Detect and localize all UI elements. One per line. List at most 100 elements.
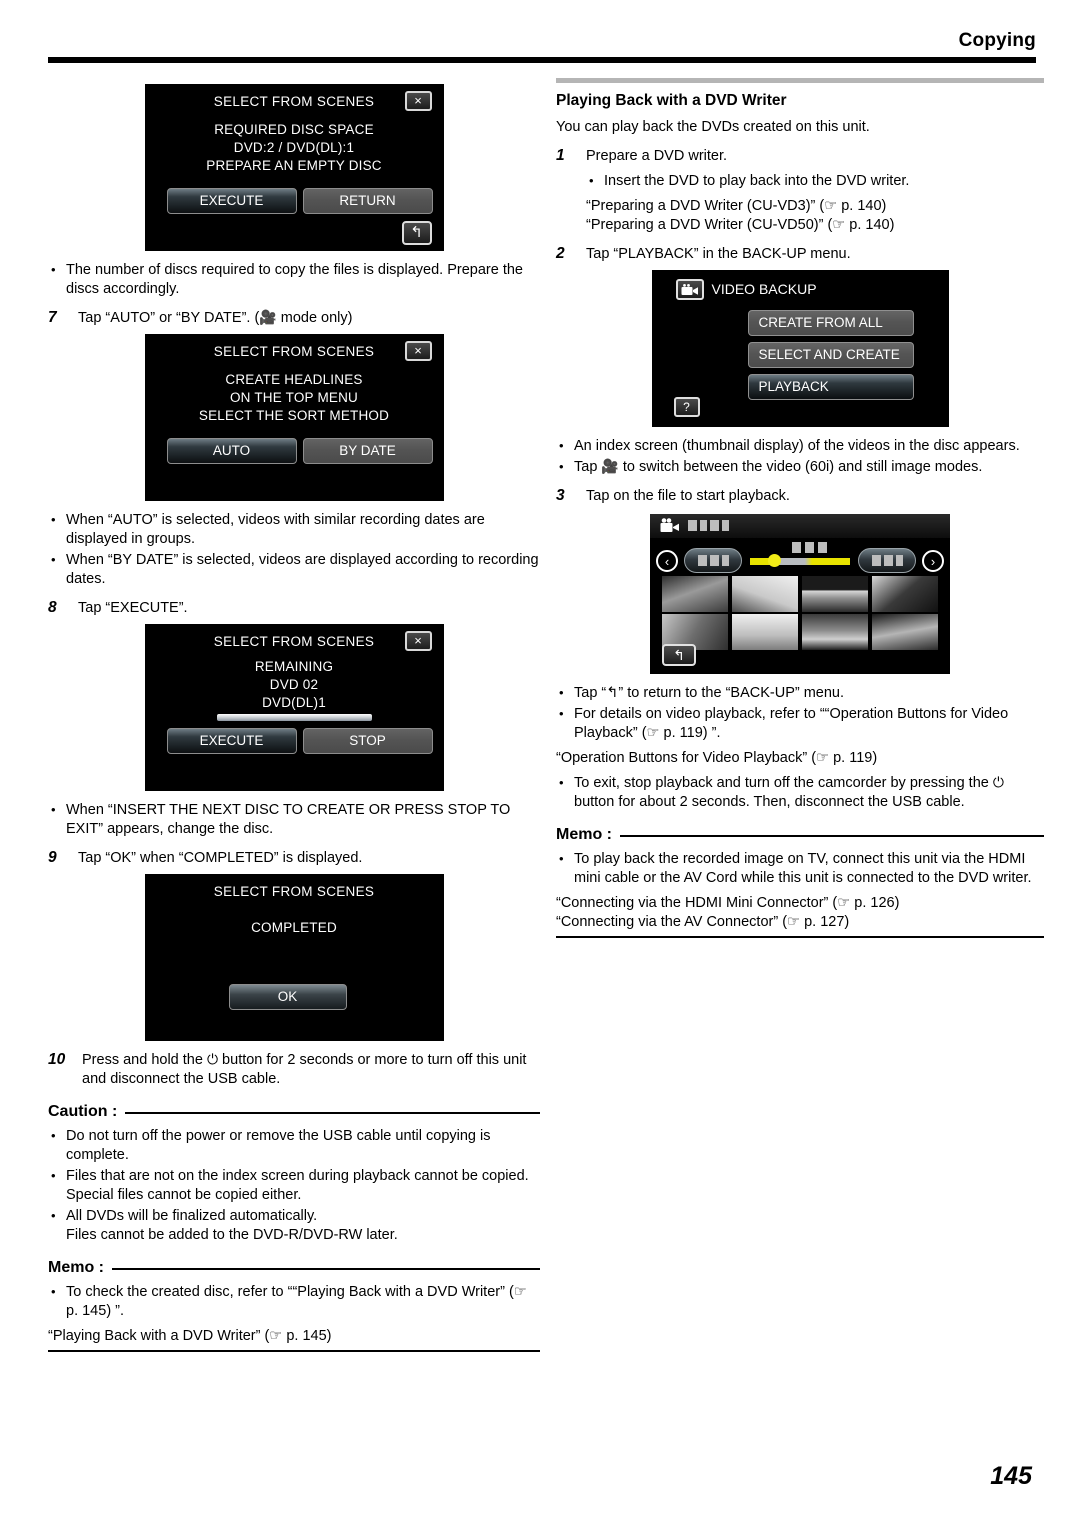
caution-heading: Caution : — [48, 1103, 540, 1121]
help-icon[interactable]: ? — [673, 397, 700, 417]
lcd-video-backup[interactable]: VIDEO BACKUP CREATE FROM ALL SELECT AND … — [651, 270, 949, 427]
auto-button[interactable]: AUTO — [166, 438, 297, 464]
memo-list: To check the created disc, refer to ““Pl… — [48, 1282, 540, 1321]
memo-reference: “Playing Back with a DVD Writer” (☞ p. 1… — [48, 1328, 332, 1344]
list-item: The number of discs required to copy the… — [48, 260, 540, 299]
lcd-body: REMAINING DVD 02 DVD(DL)1 — [145, 658, 444, 712]
back-arrow-icon[interactable]: ↰ — [662, 644, 696, 666]
date-placeholder — [688, 520, 729, 531]
caution-list: Do not turn off the power or remove the … — [48, 1126, 540, 1245]
list-item[interactable] — [662, 576, 728, 612]
lcd-body-line: REQUIRED DISC SPACE — [214, 122, 374, 137]
step-1: 1 Prepare a DVD writer. — [556, 147, 1044, 166]
playback-note-list: Tap “↰” to return to the “BACK-UP” menu.… — [556, 683, 1044, 743]
lcd-body-line: REMAINING — [254, 659, 334, 674]
lcd-remaining[interactable]: SELECT FROM SCENES × REMAINING DVD 02 DV… — [144, 624, 444, 791]
step-2: 2 Tap “PLAYBACK” in the BACK-UP menu. — [556, 245, 1044, 264]
step-10: 10 Press and hold the ⏻ button for 2 seco… — [48, 1051, 540, 1089]
scrubber-track[interactable] — [750, 558, 850, 565]
camcorder-icon: 🎥 — [601, 459, 619, 475]
memo-heading: Memo : — [556, 826, 1044, 844]
lcd-body-line: SELECT THE SORT METHOD — [198, 408, 390, 423]
lcd-completed[interactable]: SELECT FROM SCENES COMPLETED OK — [144, 874, 444, 1041]
chevron-left-icon[interactable]: ‹ — [656, 550, 678, 572]
memo-divider — [620, 835, 1044, 837]
memo-closing-divider — [556, 936, 1044, 938]
step-text-after: mode only) — [276, 310, 353, 326]
close-icon[interactable]: × — [404, 341, 432, 361]
step-text: Prepare a DVD writer. — [586, 148, 728, 164]
page-number: 145 — [990, 1462, 1032, 1490]
memo-heading: Memo : — [48, 1259, 540, 1277]
step-number: 7 — [48, 309, 57, 326]
list-item[interactable] — [872, 576, 938, 612]
power-icon: ⏻ — [992, 775, 1004, 791]
lcd-sort-method[interactable]: SELECT FROM SCENES × CREATE HEADLINES ON… — [144, 334, 444, 501]
caution-divider — [125, 1112, 540, 1114]
list-item[interactable] — [802, 576, 868, 612]
thumbnail-grid[interactable] — [662, 576, 938, 650]
step-number: 1 — [556, 147, 565, 164]
caution-label: Caution : — [48, 1103, 118, 1120]
memo-reference-av: “Connecting via the AV Connector” (☞ p. … — [556, 914, 850, 930]
lcd-index-screen[interactable]: ‹ › ↰ — [650, 514, 950, 674]
list-item: To play back the recorded image on TV, c… — [556, 849, 1044, 888]
section-intro: You can play back the DVDs created on th… — [556, 119, 870, 135]
step-8: 8 Tap “EXECUTE”. — [48, 599, 540, 618]
execute-button[interactable]: EXECUTE — [166, 728, 297, 754]
step-7: 7 Tap “AUTO” or “BY DATE”. (🎥 mode only) — [48, 309, 540, 328]
note-text-after: button for about 2 seconds. Then, discon… — [574, 794, 965, 810]
chevron-right-icon[interactable]: › — [922, 550, 944, 572]
group-chip-right[interactable] — [858, 548, 916, 573]
step-number: 3 — [556, 487, 565, 504]
close-icon[interactable]: × — [404, 631, 432, 651]
list-item[interactable] — [732, 614, 798, 650]
back-arrow-icon[interactable]: ↰ — [401, 221, 432, 245]
camcorder-icon — [660, 518, 680, 538]
list-item: Tap “↰” to return to the “BACK-UP” menu. — [556, 683, 1044, 703]
playback-button[interactable]: PLAYBACK — [747, 374, 914, 400]
lcd-body-line: PREPARE AN EMPTY DISC — [206, 158, 382, 173]
lcd-title: SELECT FROM SCENES — [213, 634, 375, 649]
create-from-all-button[interactable]: CREATE FROM ALL — [747, 310, 914, 336]
count-placeholder — [792, 542, 827, 553]
progress-bar — [216, 714, 372, 721]
note-text-after: to switch between the video (60i) and st… — [618, 459, 983, 475]
return-button[interactable]: RETURN — [302, 188, 433, 214]
step-text: Tap on the file to start playback. — [586, 488, 790, 504]
note-list: When “INSERT THE NEXT DISC TO CREATE OR … — [48, 800, 540, 839]
step-3: 3 Tap on the file to start playback. — [556, 487, 1044, 506]
ok-button[interactable]: OK — [228, 984, 347, 1010]
lcd-body-line: CREATE HEADLINES — [225, 372, 363, 387]
header-divider — [48, 57, 1036, 63]
execute-button[interactable]: EXECUTE — [166, 188, 297, 214]
lcd-body-line: DVD 02 — [269, 677, 319, 692]
memo-label: Memo : — [556, 826, 612, 843]
note-text-before: Tap — [574, 459, 602, 475]
memo-reference-hdmi: “Connecting via the HDMI Mini Connector”… — [556, 895, 900, 911]
step-text-before: Press and hold the — [82, 1052, 207, 1068]
list-item: To check the created disc, refer to ““Pl… — [48, 1282, 540, 1321]
camcorder-icon — [675, 279, 704, 300]
list-item[interactable] — [802, 614, 868, 650]
by-date-button[interactable]: BY DATE — [302, 438, 433, 464]
lcd-body-line: DVD:2 / DVD(DL):1 — [233, 140, 355, 155]
close-icon[interactable]: × — [404, 91, 432, 111]
note-text-before: To exit, stop playback and turn off the … — [574, 775, 993, 791]
scrubber-knob[interactable] — [768, 554, 781, 567]
group-chip-left[interactable] — [684, 548, 742, 573]
lcd-body: REQUIRED DISC SPACE DVD:2 / DVD(DL):1 PR… — [145, 121, 444, 175]
list-item: All DVDs will be finalized automatically… — [48, 1206, 540, 1245]
right-column: Playing Back with a DVD Writer You can p… — [556, 78, 1044, 938]
memo-closing-divider — [48, 1350, 540, 1352]
lcd-title: VIDEO BACKUP — [711, 281, 817, 297]
memo-divider — [112, 1268, 540, 1270]
lcd-body-line: COMPLETED — [251, 920, 337, 935]
lcd-required-disc-space[interactable]: SELECT FROM SCENES × REQUIRED DISC SPACE… — [144, 84, 444, 251]
stop-button[interactable]: STOP — [302, 728, 433, 754]
list-item[interactable] — [732, 576, 798, 612]
list-item[interactable] — [872, 614, 938, 650]
section-divider — [556, 78, 1044, 83]
page-header: Copying — [48, 30, 1036, 74]
select-and-create-button[interactable]: SELECT AND CREATE — [747, 342, 914, 368]
